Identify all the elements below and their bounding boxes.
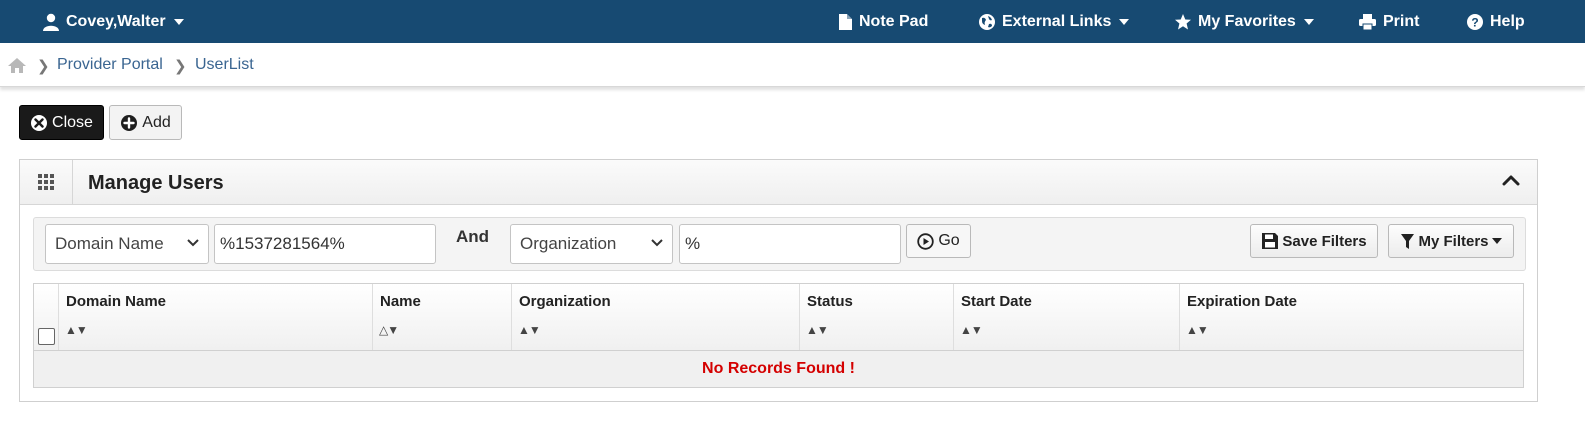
add-label: Add: [142, 113, 171, 131]
filter-value-1-input[interactable]: [214, 224, 436, 264]
chevron-down-icon: [1491, 238, 1502, 244]
column-header-label: Domain Name: [66, 293, 167, 310]
breadcrumb-userlist[interactable]: UserList: [195, 56, 254, 74]
sort-icon[interactable]: △▼: [379, 323, 399, 337]
filter-field-1-value: Domain Name: [55, 234, 164, 253]
printer-icon: [1359, 13, 1376, 30]
close-button[interactable]: Close: [19, 105, 104, 140]
chevron-down-icon: [187, 239, 199, 247]
sort-icon[interactable]: ▲▼: [65, 323, 88, 337]
column-domain-name: Domain Name ▲▼: [58, 284, 372, 350]
help-icon: ?: [1467, 13, 1483, 30]
select-all-column: [34, 284, 58, 350]
chevron-down-icon: [1303, 18, 1314, 25]
breadcrumb: ❯ Provider Portal ❯ UserList: [0, 43, 1585, 87]
column-organization: Organization ▲▼: [511, 284, 799, 350]
go-button[interactable]: Go: [906, 224, 971, 258]
sort-icon[interactable]: ▲▼: [960, 323, 983, 337]
column-header-label: Status: [807, 293, 853, 310]
chevron-down-icon: [173, 18, 184, 25]
my-filters-label: My Filters: [1418, 232, 1489, 250]
star-icon: [1175, 13, 1191, 29]
plus-circle-icon: [121, 114, 138, 131]
filter-field-2-value: Organization: [520, 234, 617, 253]
sort-icon[interactable]: ▲▼: [1186, 323, 1209, 337]
column-header-label: Start Date: [961, 293, 1032, 310]
column-header-label: Expiration Date: [1187, 293, 1298, 310]
close-icon: [31, 114, 48, 131]
grid-icon: [38, 174, 54, 190]
filter-icon: [1401, 233, 1415, 249]
sort-icon[interactable]: ▲▼: [806, 323, 829, 337]
print-link[interactable]: Print: [1358, 0, 1419, 43]
save-icon: [1262, 233, 1279, 249]
filter-field-2-select[interactable]: Organization: [510, 224, 673, 264]
note-pad-label: Note Pad: [859, 12, 929, 30]
column-start-date: Start Date ▲▼: [953, 284, 1179, 350]
user-icon: [43, 13, 59, 31]
filter-value-2-input[interactable]: [679, 224, 901, 264]
external-links-menu[interactable]: External Links: [978, 0, 1130, 43]
column-header-label: Organization: [519, 293, 611, 310]
no-records-message: No Records Found !: [702, 360, 855, 377]
filter-bar: Domain Name And Organization Go: [33, 217, 1526, 271]
my-filters-button[interactable]: My Filters: [1388, 224, 1514, 258]
select-all-checkbox[interactable]: [38, 328, 55, 345]
grid-menu[interactable]: [20, 160, 73, 204]
my-favorites-label: My Favorites: [1198, 12, 1296, 30]
manage-users-panel: Manage Users Domain Name And Organizatio…: [19, 159, 1538, 402]
chevron-up-icon[interactable]: [1502, 173, 1520, 187]
empty-table-row: No Records Found !: [34, 351, 1523, 387]
add-button[interactable]: Add: [109, 105, 182, 140]
column-expiration-date: Expiration Date ▲▼: [1179, 284, 1523, 350]
column-header-label: Name: [380, 293, 421, 310]
user-menu[interactable]: Covey,Walter: [42, 0, 184, 43]
help-label: Help: [1490, 12, 1525, 30]
sort-icon[interactable]: ▲▼: [518, 323, 541, 337]
filter-field-1-select[interactable]: Domain Name: [45, 224, 209, 264]
save-filters-label: Save Filters: [1282, 232, 1367, 250]
column-name: Name △▼: [372, 284, 511, 350]
breadcrumb-provider-portal[interactable]: Provider Portal: [57, 56, 163, 74]
globe-icon: [979, 13, 995, 30]
chevron-right-icon: ❯: [37, 58, 50, 75]
column-status: Status ▲▼: [799, 284, 953, 350]
chevron-right-icon: ❯: [174, 58, 187, 75]
user-name: Covey,Walter: [66, 12, 166, 30]
table-header: Domain Name ▲▼ Name △▼ Organization ▲▼ S…: [34, 284, 1523, 351]
save-filters-button[interactable]: Save Filters: [1250, 224, 1378, 258]
chevron-down-icon: [651, 239, 663, 247]
panel-header: Manage Users: [20, 160, 1537, 205]
svg-text:?: ?: [1471, 15, 1478, 29]
help-link[interactable]: ? Help: [1466, 0, 1525, 43]
note-pad-link[interactable]: Note Pad: [838, 0, 928, 43]
my-favorites-menu[interactable]: My Favorites: [1174, 0, 1314, 43]
home-icon[interactable]: [7, 57, 27, 74]
external-links-label: External Links: [1002, 12, 1112, 30]
chevron-down-icon: [1119, 18, 1130, 25]
go-label: Go: [938, 232, 960, 249]
panel-title: Manage Users: [88, 172, 224, 194]
filter-conjunction: And: [456, 227, 490, 246]
users-table: Domain Name ▲▼ Name △▼ Organization ▲▼ S…: [33, 283, 1524, 388]
top-navigation-bar: Covey,Walter Note Pad External Links My …: [0, 0, 1585, 43]
print-label: Print: [1383, 12, 1420, 30]
play-circle-icon: [917, 232, 935, 250]
document-icon: [839, 13, 852, 30]
close-label: Close: [52, 113, 93, 131]
